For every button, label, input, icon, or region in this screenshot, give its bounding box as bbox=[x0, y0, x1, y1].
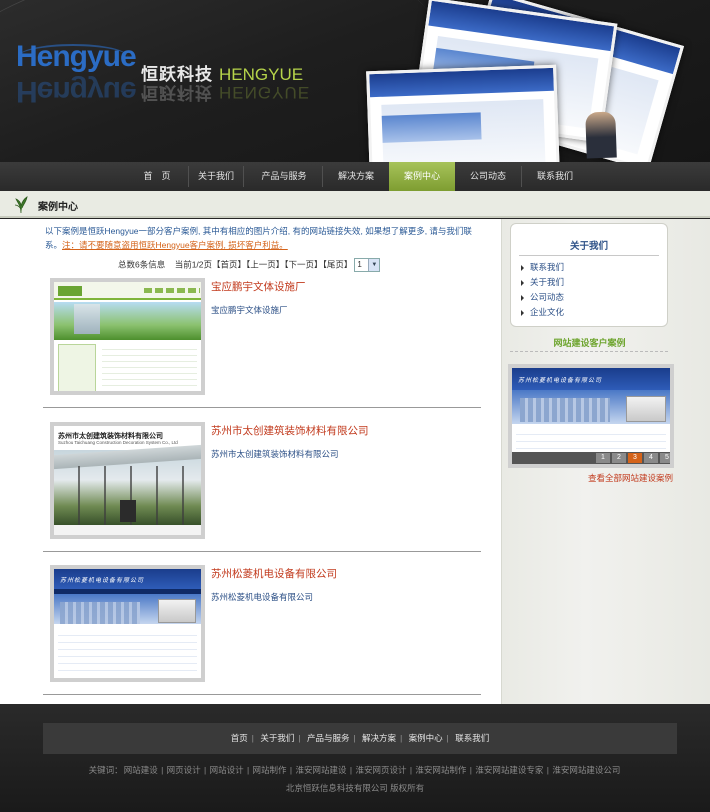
case-item: 苏州市太创建筑装饰材料有限公司 Suzhou Taichuang Constru… bbox=[43, 422, 481, 552]
nav-item-about[interactable]: 关于我们 bbox=[189, 162, 243, 191]
about-item-label: 联系我们 bbox=[530, 262, 565, 272]
about-box: 关于我们 联系我们 关于我们 公司动态 企业文化 bbox=[510, 223, 668, 327]
about-divider bbox=[519, 255, 659, 256]
about-item-label: 公司动态 bbox=[530, 292, 565, 302]
main-nav: 首 页 关于我们 产品与服务 解决方案 案例中心 公司动态 联系我们 bbox=[0, 162, 710, 191]
footer-nav-about[interactable]: 关于我们 bbox=[260, 723, 294, 754]
keyword-link[interactable]: 淮安网页设计 bbox=[355, 765, 406, 775]
footer-copyright: 北京恒跃信息科技有限公司 版权所有 bbox=[285, 783, 425, 793]
logo-cn-reflection-en: HENGYUE bbox=[219, 83, 311, 102]
about-item-label: 关于我们 bbox=[530, 277, 565, 287]
page-select-value: 1 bbox=[357, 260, 362, 269]
sidebar-cases-divider bbox=[510, 351, 668, 352]
bullet-icon bbox=[521, 294, 524, 301]
case-thumbnail[interactable]: 苏州市太创建筑装饰材料有限公司 Suzhou Taichuang Constru… bbox=[50, 422, 205, 539]
pager-first[interactable]: 【首页】 bbox=[212, 259, 246, 269]
logo-cn-reflection: 恒跃科技 HENGYUE bbox=[141, 82, 310, 107]
case-desc: 苏州市太创建筑装饰材料有限公司 bbox=[211, 449, 339, 459]
nav-item-cases[interactable]: 案例中心 bbox=[389, 162, 455, 191]
keyword-link[interactable]: 网站设计 bbox=[210, 765, 244, 775]
site-header: Hengyue Hengyue 恒跃科技 HENGYUE 恒跃科技 HENGYUE bbox=[0, 0, 710, 162]
intro-text: 以下案例是恒跃Hengyue一部分客户案例, 其中有相应的图片介绍, 有的网站链… bbox=[45, 224, 485, 252]
slider-page-3[interactable]: 3 bbox=[628, 453, 642, 463]
leaf-icon bbox=[14, 196, 28, 214]
slider-page-1[interactable]: 1 bbox=[596, 453, 610, 463]
keyword-link[interactable]: 网站制作 bbox=[253, 765, 287, 775]
bullet-icon bbox=[521, 279, 524, 286]
nav-item-contact[interactable]: 联系我们 bbox=[522, 162, 588, 191]
footer-nav: 首页 | 关于我们 | 产品与服务 | 解决方案 | 案例中心 | 联系我们 bbox=[43, 723, 677, 754]
about-item-news[interactable]: 公司动态 bbox=[521, 291, 564, 303]
nav-item-solutions[interactable]: 解决方案 bbox=[323, 162, 389, 191]
section-title-bar: 案例中心 bbox=[0, 191, 710, 218]
slider-page-5[interactable]: 5 bbox=[660, 453, 670, 463]
nav-item-news[interactable]: 公司动态 bbox=[455, 162, 521, 191]
keyword-link[interactable]: 网页设计 bbox=[167, 765, 201, 775]
case-desc: 宝应鹏宇文体设施厂 bbox=[211, 305, 288, 315]
case-item: 苏州松菱机电设备有限公司 苏州松菱机电设备有限公司 苏州松菱机电设备有限公司 bbox=[43, 565, 481, 695]
footer-nav-products[interactable]: 产品与服务 bbox=[307, 723, 350, 754]
case-thumbnail[interactable] bbox=[50, 278, 205, 395]
bullet-icon bbox=[521, 264, 524, 271]
footer-nav-home[interactable]: 首页 bbox=[231, 723, 248, 754]
footer-nav-solutions[interactable]: 解决方案 bbox=[362, 723, 396, 754]
keyword-link[interactable]: 网站建设 bbox=[124, 765, 158, 775]
view-all-cases-link[interactable]: 查看全部网站建设案例 bbox=[588, 472, 673, 484]
footer-nav-separator: | bbox=[298, 734, 301, 743]
thumb-subtitle: Suzhou Taichuang Construction Decoration… bbox=[58, 440, 178, 445]
featured-thumb-title: 苏州松菱机电设备有限公司 bbox=[518, 378, 603, 384]
site-footer: 首页 | 关于我们 | 产品与服务 | 解决方案 | 案例中心 | 联系我们 关键词：网站… bbox=[0, 704, 710, 812]
page-select[interactable]: 1 ▼ bbox=[354, 258, 381, 272]
footer-keywords: 关键词：网站建设 | 网页设计 | 网站设计 | 网站制作 | 淮安网站建设 |… bbox=[88, 765, 621, 775]
keywords-label: 关键词： bbox=[88, 765, 123, 775]
case-item: 宝应鹏宇文体设施厂 宝应鹏宇文体设施厂 bbox=[43, 278, 481, 408]
case-desc: 苏州松菱机电设备有限公司 bbox=[211, 592, 314, 602]
pager-last[interactable]: 【尾页】 bbox=[323, 259, 353, 269]
intro-warning[interactable]: 注：请不要随意盗用恒跃Hengyue客户案例, 损坏客户利益。 bbox=[62, 240, 288, 250]
footer-nav-separator: | bbox=[251, 734, 254, 743]
pager-current: 当前1/2页 bbox=[174, 259, 213, 270]
sidebar-cases-title: 网站建设客户案例 bbox=[553, 338, 626, 348]
footer-nav-contact[interactable]: 联系我们 bbox=[455, 723, 489, 754]
keyword-link[interactable]: 淮安网站建设公司 bbox=[552, 765, 620, 775]
header-person-image bbox=[585, 111, 617, 159]
logo-en-reflection: Hengyue bbox=[16, 75, 136, 108]
footer-nav-cases[interactable]: 案例中心 bbox=[409, 723, 443, 754]
pager: 总数6条信息 当前1/2页【首页】【上一页】【下一页】【尾页】 1 ▼ bbox=[118, 258, 381, 272]
logo-cn-reflection-text: 恒跃科技 bbox=[141, 83, 213, 102]
pager-total: 总数6条信息 bbox=[118, 259, 166, 270]
logo-en[interactable]: Hengyue bbox=[16, 40, 137, 74]
slider-pagination: 1 2 3 4 5 bbox=[512, 452, 670, 464]
chevron-down-icon: ▼ bbox=[368, 259, 380, 271]
about-item-label: 企业文化 bbox=[530, 307, 565, 317]
case-title[interactable]: 宝应鹏宇文体设施厂 bbox=[211, 279, 306, 294]
about-item-about[interactable]: 关于我们 bbox=[521, 276, 564, 288]
bullet-icon bbox=[521, 309, 524, 316]
keyword-link[interactable]: 淮安网站制作 bbox=[415, 765, 466, 775]
case-title[interactable]: 苏州松菱机电设备有限公司 bbox=[211, 566, 337, 581]
footer-nav-separator: | bbox=[353, 734, 356, 743]
slider-page-2[interactable]: 2 bbox=[612, 453, 626, 463]
footer-nav-separator: | bbox=[446, 734, 449, 743]
nav-item-home[interactable]: 首 页 bbox=[126, 162, 188, 191]
featured-case-slider[interactable]: 苏州松菱机电设备有限公司 1 2 3 4 5 bbox=[508, 364, 674, 468]
main-content: 以下案例是恒跃Hengyue一部分客户案例, 其中有相应的图片介绍, 有的网站链… bbox=[0, 219, 710, 704]
pager-next[interactable]: 【下一页】 bbox=[284, 259, 322, 269]
keyword-link[interactable]: 淮安网站建设 bbox=[296, 765, 347, 775]
case-title[interactable]: 苏州市太创建筑装饰材料有限公司 bbox=[211, 423, 369, 438]
about-item-contact[interactable]: 联系我们 bbox=[521, 261, 564, 273]
pager-prev[interactable]: 【上一页】 bbox=[246, 259, 284, 269]
keyword-link[interactable]: 淮安网站建设专家 bbox=[475, 765, 543, 775]
nav-item-products[interactable]: 产品与服务 bbox=[244, 162, 324, 191]
right-sidebar: 关于我们 联系我们 关于我们 公司动态 企业文化 网站建设客户案例 苏州松菱机电… bbox=[501, 219, 710, 704]
header-screenshot-3 bbox=[366, 64, 560, 162]
case-thumbnail[interactable]: 苏州松菱机电设备有限公司 bbox=[50, 565, 205, 682]
footer-nav-separator: | bbox=[400, 734, 403, 743]
about-title: 关于我们 bbox=[569, 241, 608, 252]
thumb-title: 苏州松菱机电设备有限公司 bbox=[60, 578, 145, 584]
slider-page-4[interactable]: 4 bbox=[644, 453, 658, 463]
page-title: 案例中心 bbox=[38, 202, 78, 213]
about-item-culture[interactable]: 企业文化 bbox=[521, 306, 564, 318]
